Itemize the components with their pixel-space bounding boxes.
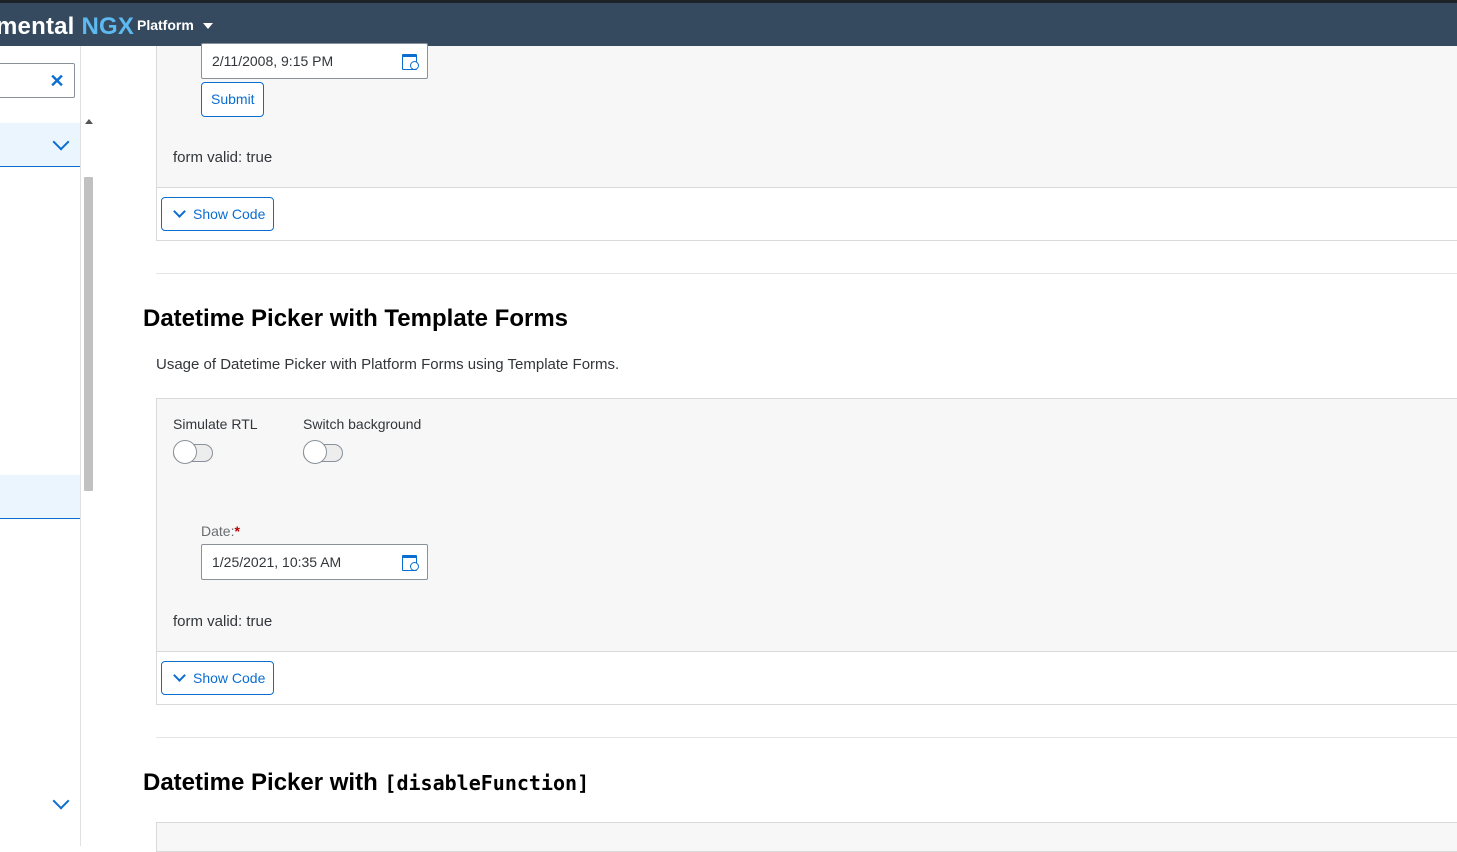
datetime-value: 1/25/2021, 10:35 AM: [212, 554, 342, 570]
switch-knob: [303, 440, 327, 464]
close-icon[interactable]: ✕: [48, 70, 66, 92]
chevron-down-icon: [173, 669, 186, 682]
datetime-value: 2/11/2008, 9:15 PM: [212, 53, 334, 69]
shell-bar: mental NGX Platform: [0, 3, 1457, 46]
date-field-label: Date:*: [201, 523, 240, 539]
simulate-rtl-switch[interactable]: [173, 440, 213, 464]
product-menu-button[interactable]: Platform: [137, 17, 194, 33]
caret-down-icon[interactable]: [203, 23, 213, 29]
section-title-code: [disableFunction]: [384, 771, 590, 795]
sidebar-scrollbar-thumb[interactable]: [84, 177, 93, 491]
form-valid-status: form valid: true: [173, 613, 273, 630]
section-title: Datetime Picker with [disableFunction]: [143, 769, 590, 796]
simulate-rtl-label: Simulate RTL: [173, 416, 258, 432]
show-code-button[interactable]: Show Code: [161, 197, 274, 231]
scroll-up-arrow-icon[interactable]: [85, 119, 93, 124]
brand-accent: NGX: [81, 13, 135, 40]
sidebar-item-selected[interactable]: [0, 475, 80, 519]
clock-icon: [410, 61, 419, 70]
required-indicator: *: [234, 523, 240, 539]
example-footer: [156, 187, 1457, 241]
datetime-toggle-button[interactable]: [390, 545, 427, 579]
switch-background-label: Switch background: [303, 416, 422, 432]
datetime-input[interactable]: 1/25/2021, 10:35 AM: [201, 544, 428, 580]
clock-icon: [410, 562, 419, 571]
show-code-button[interactable]: Show Code: [161, 661, 274, 695]
chevron-down-icon: [173, 205, 186, 218]
section-divider: [156, 273, 1457, 274]
switch-background-switch[interactable]: [303, 440, 343, 464]
example-card: [156, 822, 1457, 852]
chevron-down-icon[interactable]: [52, 133, 70, 151]
switch-knob: [173, 440, 197, 464]
datetime-input[interactable]: 2/11/2008, 9:15 PM: [201, 43, 428, 79]
brand-title: mental: [0, 13, 75, 40]
example-card: [156, 398, 1457, 652]
submit-button[interactable]: Submit: [201, 82, 264, 117]
example-footer: [156, 651, 1457, 705]
datetime-toggle-button[interactable]: [390, 44, 427, 78]
section-title: Datetime Picker with Template Forms: [143, 305, 569, 332]
section-divider: [156, 737, 1457, 738]
sidebar-divider: [80, 46, 81, 846]
section-description: Usage of Datetime Picker with Platform F…: [156, 356, 620, 373]
brand-logo[interactable]: mental NGX: [0, 13, 134, 41]
form-valid-status: form valid: true: [173, 149, 273, 166]
sidebar-group-expanded[interactable]: [0, 123, 80, 167]
